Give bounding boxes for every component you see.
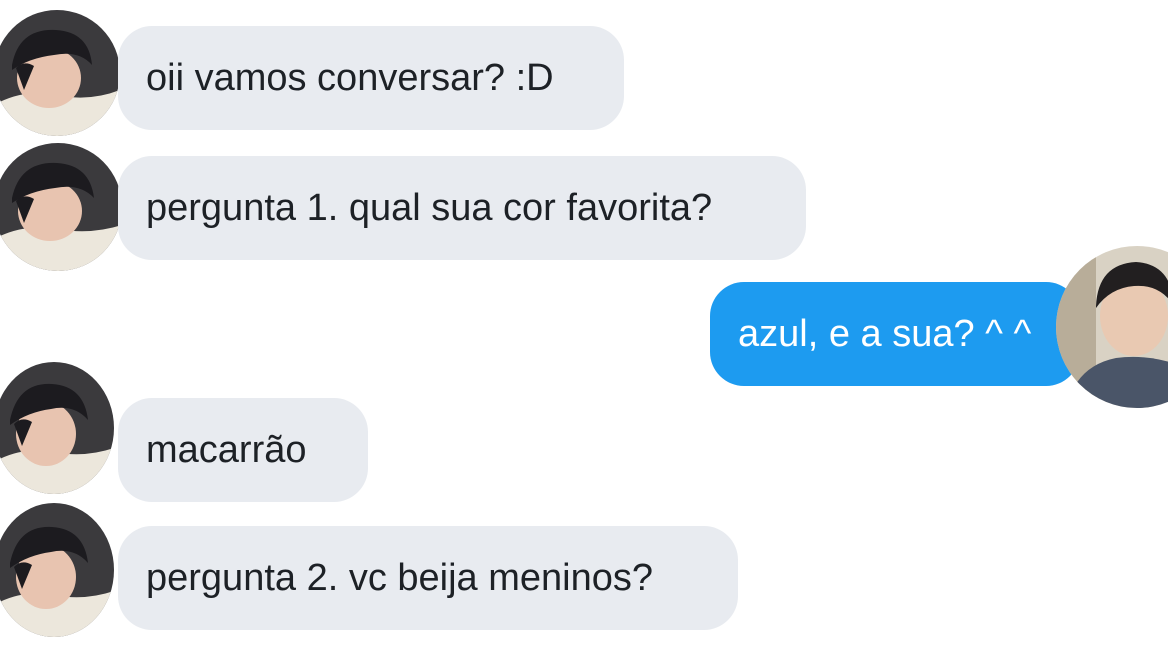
message-bubble-incoming[interactable]: oii vamos conversar? :D [118,26,624,130]
contact-avatar-photo-icon [0,10,120,136]
contact-avatar-photo-icon [0,362,114,494]
chat-thread: oii vamos conversar? :D pergunta 1. qual… [0,0,1168,649]
user-avatar[interactable] [1056,246,1168,408]
message-text: pergunta 1. qual sua cor favorita? [146,187,713,229]
contact-avatar-photo-icon [0,503,114,637]
contact-avatar[interactable] [0,143,122,271]
contact-avatar[interactable] [0,503,114,637]
contact-avatar[interactable] [0,362,114,494]
contact-avatar-photo-icon [0,143,122,271]
message-bubble-incoming[interactable]: pergunta 2. vc beija meninos? [118,526,738,630]
message-bubble-incoming[interactable]: macarrão [118,398,368,502]
contact-avatar[interactable] [0,10,120,136]
message-text: oii vamos conversar? :D [146,57,554,99]
message-text: azul, e a sua? ^ ^ [738,313,1032,355]
user-avatar-photo-icon [1056,246,1168,408]
message-text: pergunta 2. vc beija meninos? [146,557,653,599]
message-bubble-outgoing[interactable]: azul, e a sua? ^ ^ [710,282,1080,386]
message-text: macarrão [146,429,307,471]
message-bubble-incoming[interactable]: pergunta 1. qual sua cor favorita? [118,156,806,260]
